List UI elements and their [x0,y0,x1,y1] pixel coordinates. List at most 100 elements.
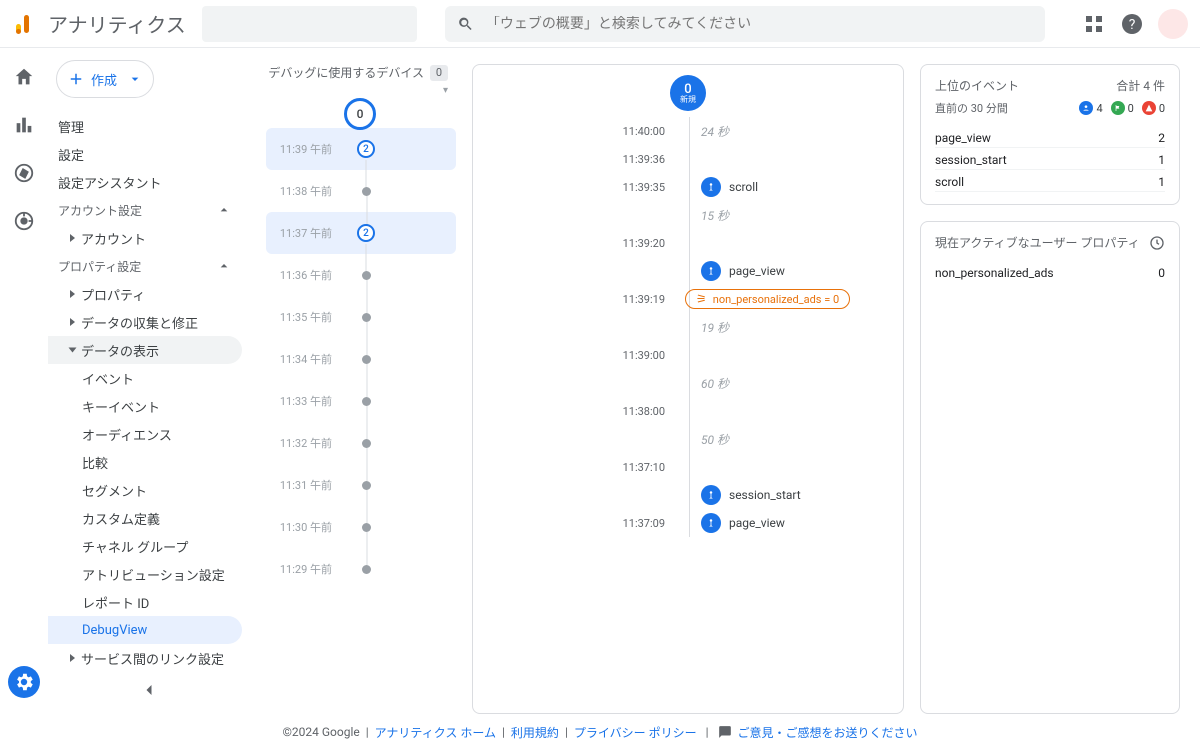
footer-feedback-link[interactable]: ご意見・ご感想をお送りください [738,724,918,741]
create-button[interactable]: 作成 [56,60,154,98]
event-icon [701,261,721,281]
stream-row: 11:39:20 [671,229,887,257]
stream-gap: 50 秒 [701,431,729,448]
footer: ©2024 Google | アナリティクス ホーム | 利用規約 | プライバ… [0,714,1200,750]
minute-row[interactable]: 11:32 午前 [266,422,456,464]
stream-row[interactable]: 11:39:19⚞non_personalized_ads = 0 [671,285,887,313]
user-property-pill[interactable]: ⚞non_personalized_ads = 0 [685,289,850,309]
stream-row[interactable]: page_view [671,257,887,285]
rail-reports-icon[interactable] [13,114,35,140]
minute-row[interactable]: 11:35 午前 [266,296,456,338]
collapse-sidenav-button[interactable] [48,680,250,704]
nav-property-settings-header[interactable]: プロパティ設定 [48,252,242,280]
nav-account-settings-header[interactable]: アカウント設定 [48,196,242,224]
avatar[interactable] [1158,9,1188,39]
property-selector[interactable] [202,6,417,42]
nav-settings[interactable]: 設定 [48,140,242,168]
chip-error[interactable]: 0 [1142,101,1165,115]
top-event-name: session_start [935,153,1007,167]
apps-icon[interactable] [1082,12,1106,36]
rail-home-icon[interactable] [13,66,35,92]
minute-row[interactable]: 11:37 午前2 [266,212,456,254]
top-event-row[interactable]: session_start 1 [935,148,1165,170]
plus-icon [67,70,85,88]
search-box[interactable] [445,6,1045,42]
chip-user[interactable]: 4 [1079,101,1102,115]
nav-data-display[interactable]: データの表示 [48,336,242,364]
nav-list: 管理 設定 設定アシスタント アカウント設定 アカウント プロパティ設定 プロパ… [48,112,242,672]
search-icon [457,15,474,33]
stream-row: 11:39:36 [671,145,887,173]
top-event-row[interactable]: scroll 1 [935,170,1165,192]
nav-service-links[interactable]: サービス間のリンク設定 [48,644,242,672]
chevron-up-icon [216,202,232,218]
debug-device-count: 0 [430,65,448,81]
rail-ads-icon[interactable] [13,210,35,236]
debug-device-label: デバッグに使用するデバイス [268,64,424,81]
minute-row[interactable]: 11:33 午前 [266,380,456,422]
footer-home-link[interactable]: アナリティクス ホーム [375,724,496,741]
stream-row: 11:39:00 [671,341,887,369]
stream-row[interactable]: 11:39:35scroll [671,173,887,201]
event-icon [701,177,721,197]
debug-device-selector[interactable]: デバッグに使用するデバイス 0 [266,64,456,81]
nav-data-collection[interactable]: データの収集と修正 [48,308,242,336]
nav-admin[interactable]: 管理 [48,112,242,140]
person-icon [1082,104,1090,112]
nav-assistant[interactable]: 設定アシスタント [48,168,242,196]
minute-row[interactable]: 11:34 午前 [266,338,456,380]
top-event-count: 1 [1158,153,1165,167]
stream-gap: 15 秒 [701,207,729,224]
rail-admin-icon[interactable] [8,666,40,698]
nav-audiences[interactable]: オーディエンス [48,420,242,448]
history-icon[interactable] [1149,235,1165,251]
stream-row[interactable]: session_start [671,481,887,509]
top-event-name: scroll [935,175,964,189]
nav-events[interactable]: イベント [48,364,242,392]
nav-custom-def[interactable]: カスタム定義 [48,504,242,532]
minutes-list: 0 11:39 午前211:38 午前11:37 午前211:36 午前 11:3… [266,98,456,590]
footer-privacy-link[interactable]: プライバシー ポリシー [574,724,697,741]
minute-dot [362,565,371,574]
user-property-row[interactable]: non_personalized_ads0 [935,261,1165,282]
minute-row[interactable]: 11:36 午前 [266,254,456,296]
minute-row[interactable]: 11:29 午前 [266,548,456,590]
nav-property[interactable]: プロパティ [48,280,242,308]
nav-segments[interactable]: セグメント [48,476,242,504]
stream-row: 50 秒 [671,425,887,453]
footer-copyright: ©2024 Google [282,725,359,739]
help-icon[interactable]: ? [1120,12,1144,36]
footer-terms-link[interactable]: 利用規約 [511,724,559,741]
event-name: scroll [729,180,758,194]
nav-report-id[interactable]: レポート ID [48,588,242,616]
debug-device-dropdown-icon[interactable]: ▾ [266,85,456,96]
nav-key-events[interactable]: キーイベント [48,392,242,420]
stream-gap: 24 秒 [701,123,729,140]
minute-dot [362,271,371,280]
stream-timestamp: 11:39:19 [615,293,665,306]
nav-debugview[interactable]: DebugView [48,616,242,644]
nav-channel-groups[interactable]: チャネル グループ [48,532,242,560]
header-right: ? [1082,9,1188,39]
nav-attribution[interactable]: アトリビューション設定 [48,560,242,588]
nav-compare[interactable]: 比較 [48,448,242,476]
top-event-count: 1 [1158,175,1165,189]
minute-row[interactable]: 11:39 午前2 [266,128,456,170]
minute-row[interactable]: 11:30 午前 [266,506,456,548]
stream-row[interactable]: 11:37:09page_view [671,509,887,537]
rail-explore-icon[interactable] [13,162,35,188]
minutes-current-circle: 0 [344,98,376,130]
minute-row[interactable]: 11:38 午前 [266,170,456,212]
nav-account[interactable]: アカウント [48,224,242,252]
stream-row: 15 秒 [671,201,887,229]
search-input[interactable] [486,16,1033,32]
stream-timestamp: 11:39:36 [615,153,665,166]
minute-row[interactable]: 11:31 午前 [266,464,456,506]
sitemap-icon: ⚞ [696,292,707,306]
chevron-left-icon [139,680,159,700]
minute-dot: 2 [357,140,375,158]
chip-flag[interactable]: 0 [1111,101,1134,115]
top-events-card: 上位のイベント 合計 4 件 直前の 30 分間 4 0 0 page_view… [920,64,1180,205]
top-event-row[interactable]: page_view2 [935,126,1165,148]
minute-time: 11:35 午前 [266,309,332,325]
